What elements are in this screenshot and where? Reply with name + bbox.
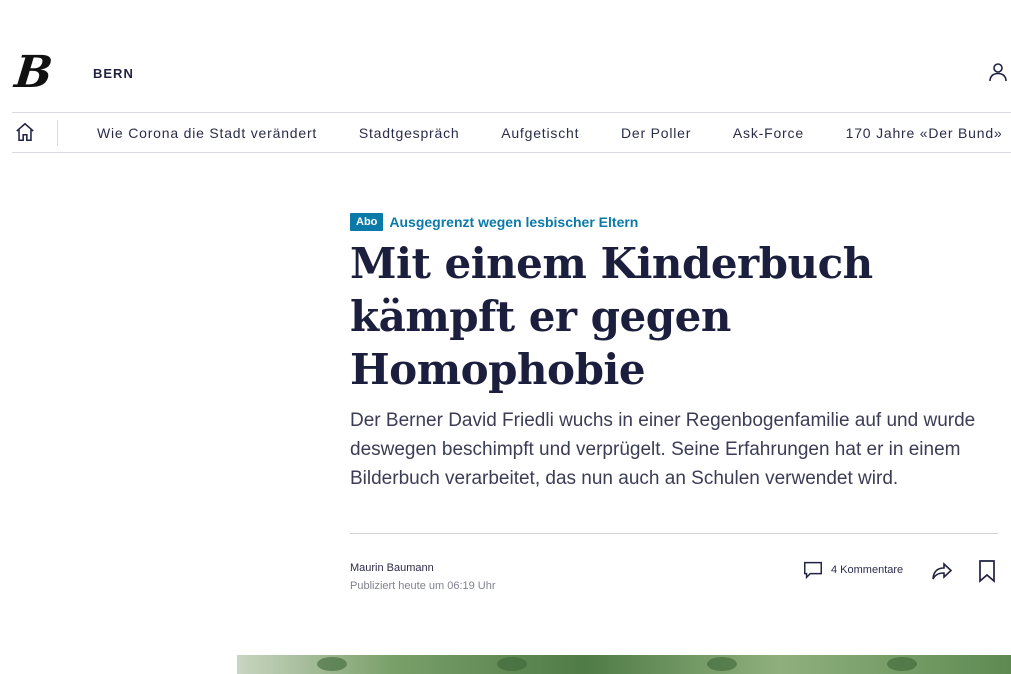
hero-image [237, 655, 1011, 674]
article-headline: Mit einem Kinderbuch kämpft er gegen Hom… [350, 239, 873, 394]
nav-items: Wie Corona die Stadt verändert Stadtgesp… [97, 125, 1011, 141]
nav-item-corona[interactable]: Wie Corona die Stadt verändert [97, 125, 317, 141]
nav-item-stadtgespraech[interactable]: Stadtgespräch [359, 125, 460, 141]
divider [350, 533, 998, 534]
article-kicker: Abo Ausgegrenzt wegen lesbischer Eltern [350, 212, 1000, 232]
author-name[interactable]: Maurin Baumann [350, 562, 434, 574]
nav-item-ask-force[interactable]: Ask-Force [733, 125, 804, 141]
kicker-text: Ausgegrenzt wegen lesbischer Eltern [389, 214, 639, 230]
publish-date: Publiziert heute um 06:19 Uhr [350, 580, 496, 592]
comments-button[interactable]: 4 Kommentare [802, 559, 903, 581]
article-lead: Der Berner David Friedli wuchs in einer … [350, 410, 976, 489]
main-navigation: Wie Corona die Stadt verändert Stadtgesp… [12, 112, 1011, 153]
user-icon[interactable] [986, 60, 1010, 84]
comments-count: 4 Kommentare [831, 564, 904, 576]
site-logo[interactable]: B [12, 47, 55, 98]
section-title[interactable]: BERN [93, 66, 134, 81]
article-header: Abo Ausgegrenzt wegen lesbischer Eltern … [350, 212, 1000, 493]
nav-item-der-poller[interactable]: Der Poller [621, 125, 691, 141]
comment-icon [804, 561, 822, 580]
home-icon[interactable] [14, 121, 36, 143]
nav-item-aufgetischt[interactable]: Aufgetischt [501, 125, 579, 141]
bookmark-icon[interactable] [977, 559, 997, 583]
nav-item-170-jahre[interactable]: 170 Jahre «Der Bund» [846, 125, 1003, 141]
abo-badge: Abo [350, 213, 384, 231]
share-icon[interactable] [930, 559, 954, 583]
nav-divider [57, 120, 58, 146]
